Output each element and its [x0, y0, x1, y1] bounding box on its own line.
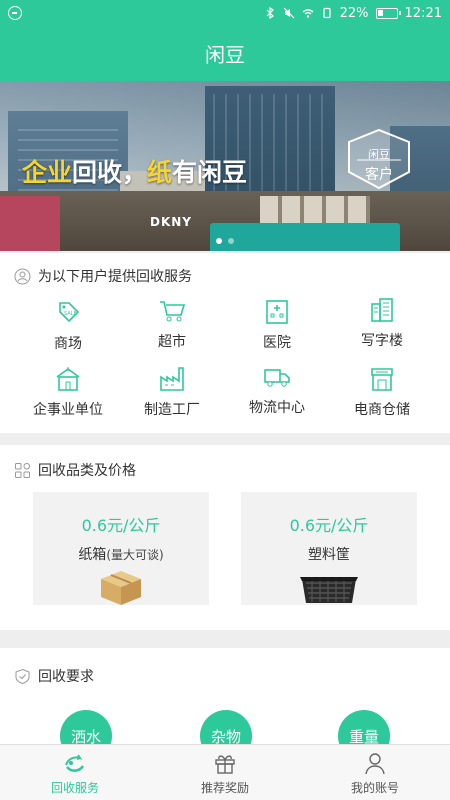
category-label: 商场: [54, 336, 82, 352]
price-card-plastic-crate[interactable]: 0.6元/公斤 塑料筐: [241, 492, 417, 605]
price-card-cardboard[interactable]: 0.6元/公斤 纸箱(量大可谈): [33, 492, 209, 605]
tab-my-account[interactable]: 我的账号: [300, 745, 450, 800]
category-label: 超市: [158, 334, 186, 350]
notification-icon: [8, 6, 22, 20]
office-building-icon: [371, 298, 393, 322]
tab-label: 我的账号: [350, 781, 399, 795]
sale-tag-icon: SALE: [59, 302, 80, 323]
service-section: 为以下用户提供回收服务 SALE 商场 超市 医院 写字楼 企事业单位 制造工厂…: [0, 253, 450, 433]
section-title: 回收品类及价格: [38, 463, 136, 479]
category-supermarket[interactable]: 超市: [122, 297, 222, 351]
banner-store-sign: DKNY: [150, 215, 192, 229]
bottom-tab-bar: 回收服务 推荐奖励 我的账号: [0, 744, 450, 800]
banner-slogan: 企业回收，纸有闲豆: [22, 158, 248, 187]
service-section-header: 为以下用户提供回收服务: [14, 264, 192, 288]
tab-recycle-service[interactable]: 回收服务: [0, 745, 150, 800]
cardboard-box-image: [101, 571, 141, 605]
clock: 12:21: [404, 5, 442, 21]
promo-banner[interactable]: DKNY 企业回收，纸有闲豆 闲豆 客户: [0, 81, 450, 251]
tab-label: 推荐奖励: [200, 781, 249, 795]
category-label: 制造工厂: [144, 402, 200, 418]
status-bar: 22% 12:21: [0, 0, 450, 26]
user-circle-icon: [14, 268, 31, 284]
app-header: 闲豆: [0, 26, 450, 81]
requirements-section-header: 回收要求: [14, 664, 94, 688]
wifi-icon: [302, 9, 314, 18]
factory-icon: [160, 367, 184, 391]
category-factory[interactable]: 制造工厂: [122, 365, 222, 419]
user-icon: [365, 753, 385, 775]
category-label: 电商仓储: [354, 402, 410, 418]
client-badge: 闲豆 客户: [345, 128, 413, 190]
item-name: 纸箱(量大可谈): [78, 547, 164, 563]
banner-truck: [210, 223, 400, 251]
category-logistics[interactable]: 物流中心: [227, 363, 327, 417]
category-office-building[interactable]: 写字楼: [332, 296, 432, 350]
svg-text:SALE: SALE: [64, 311, 77, 317]
truck-icon: [264, 369, 290, 387]
category-label: 写字楼: [361, 333, 403, 349]
section-title: 回收要求: [38, 669, 94, 685]
carousel-dot[interactable]: [228, 238, 234, 244]
gift-icon: [215, 755, 235, 774]
plastic-crate-image: [300, 577, 358, 603]
recycle-service-icon: [65, 754, 85, 772]
shield-check-icon: [15, 668, 30, 684]
carousel-dot[interactable]: [216, 238, 222, 244]
warehouse-icon: [371, 368, 393, 391]
item-name: 塑料筐: [308, 547, 350, 563]
category-grid-icon: [15, 462, 30, 478]
page-title: 闲豆: [205, 43, 245, 67]
category-hospital[interactable]: 医院: [227, 298, 327, 352]
category-label: 医院: [263, 335, 291, 351]
category-label: 物流中心: [249, 400, 305, 416]
sim-icon: [323, 7, 331, 19]
category-label: 企事业单位: [33, 402, 103, 418]
tab-label: 回收服务: [50, 781, 99, 795]
price-section-header: 回收品类及价格: [14, 458, 136, 482]
battery-percent: 22%: [339, 5, 369, 21]
carousel-indicator: [0, 238, 450, 244]
badge-label: 客户: [365, 167, 393, 183]
bluetooth-icon: [266, 7, 274, 19]
section-title: 为以下用户提供回收服务: [38, 269, 192, 285]
badge-brand: 闲豆: [368, 148, 390, 161]
category-mall[interactable]: SALE 商场: [18, 299, 118, 353]
category-ecommerce-warehouse[interactable]: 电商仓储: [332, 365, 432, 419]
mute-icon: [283, 7, 295, 19]
item-price: 0.6元/公斤: [289, 516, 369, 535]
tab-referral-reward[interactable]: 推荐奖励: [150, 745, 300, 800]
item-price: 0.6元/公斤: [81, 516, 161, 535]
hospital-icon: [266, 300, 288, 324]
shopping-cart-icon: [160, 301, 186, 322]
status-indicators: 22% 12:21: [264, 6, 442, 21]
institution-icon: [56, 367, 80, 391]
battery-icon: [375, 7, 401, 19]
category-institution[interactable]: 企事业单位: [18, 365, 118, 419]
